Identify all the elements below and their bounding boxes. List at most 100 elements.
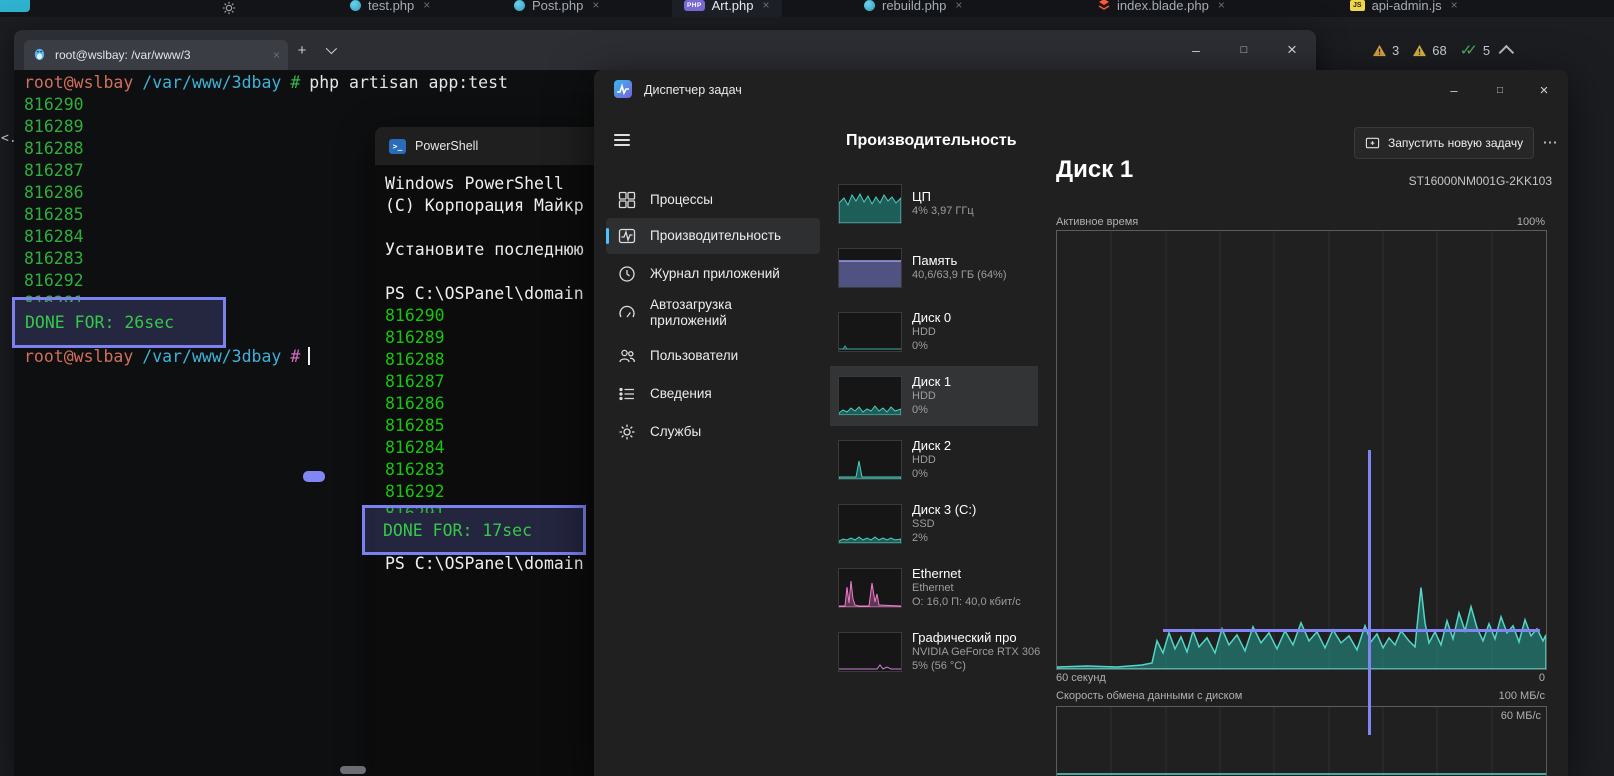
clock-icon <box>618 265 636 283</box>
powershell-title: PowerShell <box>415 139 478 153</box>
task-manager-icon <box>614 80 632 101</box>
nav-details[interactable]: Сведения <box>606 376 820 412</box>
nav-app-history[interactable]: Журнал приложений <box>606 256 820 292</box>
metric-ethernet[interactable]: EthernetEthernetО: 16,0 П: 40,0 кбит/с <box>834 558 1030 618</box>
maximize-button[interactable]: □ <box>1220 30 1268 70</box>
minimize-button[interactable]: – <box>1172 30 1220 70</box>
nav-services[interactable]: Службы <box>606 414 820 450</box>
metric-disk0[interactable]: Диск 0HDD0% <box>834 302 1030 362</box>
selection-accent-bar <box>606 228 609 244</box>
scale-top-label: 100% <box>1517 216 1545 228</box>
tab-close-icon[interactable]: × <box>955 0 962 12</box>
disk-model: ST16000NM001G-2KK103 <box>1409 174 1552 188</box>
inspections-widget: 3 68 ✓✓ 5 <box>1372 34 1514 66</box>
close-button[interactable]: × <box>1268 30 1316 70</box>
gear-icon <box>618 423 636 441</box>
editor-tab-post[interactable]: Post.php × <box>502 0 611 17</box>
js-badge-icon: JS <box>1350 0 1365 11</box>
nav-users[interactable]: Пользователи <box>606 338 820 374</box>
disk2-sparkline <box>838 440 902 480</box>
double-check-icon: ✓✓ <box>1460 41 1471 59</box>
text-cursor <box>308 347 310 365</box>
active-time-label: Активное время <box>1056 216 1138 228</box>
warnings-count: 68 <box>1432 43 1446 58</box>
nav-processes[interactable]: Процессы <box>606 182 820 218</box>
tab-label: Post.php <box>532 0 583 13</box>
metric-cpu[interactable]: ЦП4% 3,97 ГГц <box>834 174 1030 234</box>
editor-tab-bar: test.php × Post.php × PHP Art.php × rebu… <box>0 0 1614 17</box>
php-badge-icon: PHP <box>684 0 705 11</box>
done-annotation-box: DONE FOR: 17sec <box>362 505 586 555</box>
warnings-indicator[interactable]: 68 <box>1412 43 1446 58</box>
speedometer-icon <box>618 304 636 322</box>
nav-startup-apps[interactable]: Автозагрузка приложений <box>606 290 820 336</box>
task-manager-window: Диспетчер задач – □ × Процессы Производи… <box>594 70 1568 776</box>
taskman-titlebar[interactable]: Диспетчер задач – □ × <box>594 70 1568 110</box>
tab-close-icon[interactable]: × <box>763 0 770 12</box>
screenshot-root: test.php × Post.php × PHP Art.php × rebu… <box>0 0 1614 776</box>
scrollbar-thumb[interactable] <box>340 766 366 774</box>
tab-label: index.blade.php <box>1117 0 1209 13</box>
close-button[interactable]: × <box>1522 70 1566 110</box>
page-title: Производительность <box>846 132 1017 150</box>
time-zero-label: 0 <box>1539 672 1545 684</box>
vertical-annotation-line <box>1368 450 1371 735</box>
transfer-scale-label: 100 МБ/с <box>1499 690 1545 702</box>
terminal-tab-title: root@wslbay: /var/www/3 <box>55 48 263 62</box>
hamburger-menu-button[interactable] <box>610 124 648 156</box>
settings-gear-icon[interactable] <box>222 1 236 17</box>
tab-close-icon[interactable]: × <box>592 0 599 12</box>
terminal-tab[interactable]: root@wslbay: /var/www/3 × <box>24 40 288 70</box>
terminal-titlebar[interactable]: root@wslbay: /var/www/3 × + – □ × <box>14 30 1316 70</box>
warning-triangle-icon <box>1412 44 1427 57</box>
errors-indicator[interactable]: 3 <box>1372 43 1399 58</box>
disk1-sparkline <box>838 376 902 416</box>
tab-close-icon[interactable]: × <box>423 0 430 12</box>
tab-close-icon[interactable]: × <box>1218 0 1225 12</box>
memory-sparkline <box>838 248 902 288</box>
details-list-icon <box>618 385 636 403</box>
minimize-button[interactable]: – <box>1432 70 1476 110</box>
passed-indicator[interactable]: ✓✓ 5 <box>1460 41 1490 59</box>
prompt-user: root@wslbay <box>24 73 133 92</box>
processes-grid-icon <box>618 191 636 209</box>
passed-count: 5 <box>1483 43 1490 58</box>
metric-disk3[interactable]: Диск 3 (C:)SSD2% <box>834 494 1030 554</box>
editor-tab-rebuild[interactable]: rebuild.php × <box>852 0 974 17</box>
editor-tab-test[interactable]: test.php × <box>338 0 442 17</box>
run-new-task-button[interactable]: Запустить новую задачу <box>1354 127 1534 159</box>
editor-tab-art-active[interactable]: PHP Art.php × <box>672 0 782 17</box>
errors-count: 3 <box>1392 43 1399 58</box>
maximize-button[interactable]: □ <box>1478 70 1522 110</box>
metric-disk1-selected[interactable]: Диск 1HDD0% <box>830 366 1038 426</box>
partial-tab[interactable] <box>0 0 30 12</box>
editor-tab-blade[interactable]: index.blade.php × <box>1086 0 1237 17</box>
prompt-path: /var/www/3dbay <box>142 73 281 92</box>
new-task-icon <box>1365 136 1380 151</box>
collapse-chevron-icon[interactable] <box>1499 44 1515 60</box>
php-file-icon <box>864 0 875 11</box>
purple-pill-artifact <box>303 471 325 482</box>
wsl-icon <box>32 46 47 64</box>
laravel-icon <box>1098 0 1110 13</box>
done-annotation-box: DONE FOR: 26sec <box>12 297 226 348</box>
nav-performance[interactable]: Производительность <box>606 218 820 254</box>
new-tab-button[interactable]: + <box>288 36 316 64</box>
tab-dropdown-button[interactable] <box>316 36 344 64</box>
tab-close-icon[interactable]: × <box>1451 0 1458 12</box>
metric-memory[interactable]: Память40,6/63,9 ГБ (64%) <box>834 238 1030 298</box>
chevron-down-icon <box>326 43 337 54</box>
metric-disk2[interactable]: Диск 2HDD0% <box>834 430 1030 490</box>
time-span-label: 60 секунд <box>1056 672 1106 684</box>
more-options-button[interactable]: ⋯ <box>1538 127 1562 157</box>
disk0-sparkline <box>838 312 902 352</box>
metric-gpu[interactable]: Графический проNVIDIA GeForce RTX 3065% … <box>834 622 1030 682</box>
editor-tab-api-admin[interactable]: JS api-admin.js × <box>1338 0 1470 17</box>
php-file-icon <box>350 0 361 11</box>
transfer-scale2-label: 60 МБ/с <box>1501 710 1541 722</box>
disk-active-time-graph <box>1056 230 1547 670</box>
tab-close-icon[interactable]: × <box>273 48 280 62</box>
detail-title: Диск 1 <box>1056 156 1133 184</box>
tab-label: Art.php <box>712 0 754 13</box>
ethernet-sparkline <box>838 568 902 608</box>
